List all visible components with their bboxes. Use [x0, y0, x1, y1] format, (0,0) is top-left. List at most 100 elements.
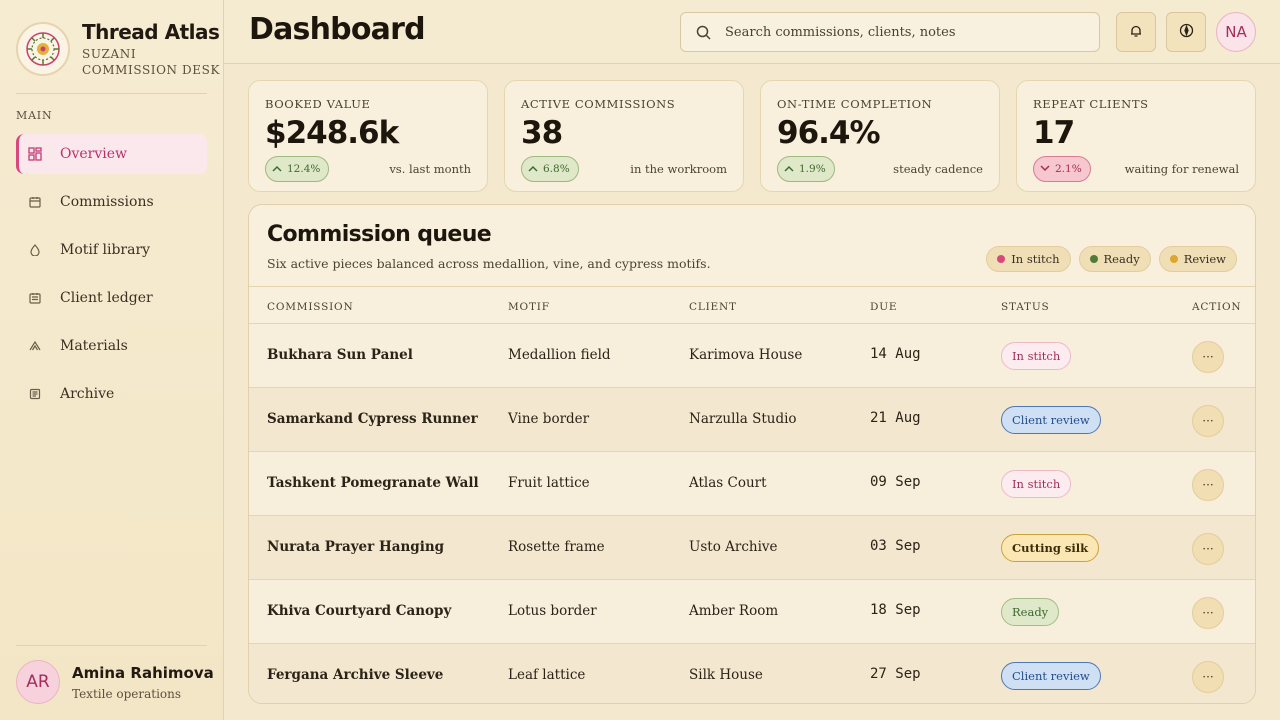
kpi-delta-badge: 6.8% — [521, 156, 579, 182]
kpi-note: vs. last month — [389, 162, 471, 176]
status-badge: Client review — [1001, 662, 1101, 690]
row-actions-button[interactable]: ··· — [1192, 405, 1224, 437]
kpi-card-repeat-clients: REPEAT CLIENTS 17 2.1% waiting for renew… — [1016, 80, 1256, 192]
motif-cell: Lotus border — [508, 603, 597, 619]
due-date: 03 Sep — [870, 538, 921, 554]
row-actions-button[interactable]: ··· — [1192, 597, 1224, 629]
brand-subtitle: SUZANI COMMISSION DESK — [82, 47, 221, 77]
client-cell: Narzulla Studio — [689, 411, 797, 427]
more-dots-icon: ··· — [1202, 414, 1214, 428]
commission-name: Samarkand Cypress Runner — [267, 411, 478, 427]
commission-queue-panel: Commission queue Six active pieces balan… — [248, 204, 1256, 704]
sidebar: Thread Atlas SUZANI COMMISSION DESK MAIN… — [0, 0, 224, 720]
user-name: Amina Rahimova — [72, 664, 214, 682]
kpi-delta-value: 2.1% — [1055, 163, 1082, 175]
legend-chip-review[interactable]: Review — [1158, 246, 1237, 272]
kpi-delta-badge: 12.4% — [265, 156, 330, 182]
brand: Thread Atlas SUZANI COMMISSION DESK — [16, 20, 220, 84]
kpi-delta-value: 1.9% — [799, 163, 826, 175]
nav-section-label: MAIN — [16, 109, 53, 122]
sidebar-item-archive[interactable]: Archive — [16, 374, 207, 414]
explore-button[interactable] — [1166, 12, 1206, 52]
sidebar-item-motif-library[interactable]: Motif library — [16, 230, 207, 270]
user-profile[interactable]: AR Amina Rahimova Textile operations — [16, 660, 214, 706]
sidebar-item-client-ledger[interactable]: Client ledger — [16, 278, 207, 318]
sidebar-item-overview[interactable]: Overview — [16, 134, 207, 174]
table-body: Bukhara Sun Panel Medallion field Karimo… — [249, 324, 1255, 703]
kpi-note: in the workroom — [630, 162, 727, 176]
row-actions-button[interactable]: ··· — [1192, 533, 1224, 565]
table-row[interactable]: Fergana Archive Sleeve Leaf lattice Silk… — [249, 644, 1255, 703]
sidebar-item-label: Materials — [60, 338, 128, 354]
search-input[interactable] — [725, 24, 1085, 40]
legend-label: Review — [1183, 252, 1226, 266]
sidebar-item-commissions[interactable]: Commissions — [16, 182, 207, 222]
bell-icon — [1129, 23, 1143, 42]
table-row[interactable]: Khiva Courtyard Canopy Lotus border Ambe… — [249, 580, 1255, 644]
kpi-card-on-time-completion: ON-TIME COMPLETION 96.4% 1.9% steady cad… — [760, 80, 1000, 192]
motif-cell: Vine border — [508, 411, 590, 427]
client-cell: Amber Room — [689, 603, 779, 619]
table-row[interactable]: Nurata Prayer Hanging Rosette frame Usto… — [249, 516, 1255, 580]
status-badge: Ready — [1001, 598, 1060, 626]
panel-subtitle: Six active pieces balanced across medall… — [267, 256, 711, 271]
legend-chip-in-stitch[interactable]: In stitch — [986, 246, 1071, 272]
commission-name: Fergana Archive Sleeve — [267, 667, 444, 683]
column-header-motif[interactable]: MOTIF — [508, 301, 550, 313]
top-bar: Dashboard NA — [224, 0, 1280, 64]
table-row[interactable]: Tashkent Pomegranate Wall Fruit lattice … — [249, 452, 1255, 516]
motif-cell: Fruit lattice — [508, 475, 590, 491]
legend-chip-ready[interactable]: Ready — [1078, 246, 1151, 272]
kpi-value: 38 — [521, 115, 563, 151]
kpi-note: waiting for renewal — [1124, 162, 1239, 176]
page-title: Dashboard — [249, 12, 426, 47]
ledger-icon — [28, 291, 42, 305]
sidebar-item-label: Archive — [60, 386, 115, 402]
sidebar-item-label: Commissions — [60, 194, 154, 210]
due-date: 27 Sep — [870, 666, 921, 682]
table-row[interactable]: Bukhara Sun Panel Medallion field Karimo… — [249, 324, 1255, 388]
column-header-action: ACTION — [1192, 301, 1242, 313]
kpi-card-booked-value: BOOKED VALUE $248.6k 12.4% vs. last mont… — [248, 80, 488, 192]
droplet-icon — [28, 243, 42, 257]
motif-cell: Rosette frame — [508, 539, 605, 555]
sidebar-item-label: Overview — [60, 146, 128, 162]
legend-label: In stitch — [1011, 252, 1060, 266]
row-actions-button[interactable]: ··· — [1192, 469, 1224, 501]
panel-title: Commission queue — [267, 222, 492, 247]
suzani-logo-icon — [16, 22, 70, 76]
chevron-down-icon — [1040, 163, 1050, 175]
chevron-up-icon — [784, 163, 794, 175]
client-cell: Karimova House — [689, 347, 803, 363]
kpi-delta-value: 6.8% — [543, 163, 570, 175]
table-row[interactable]: Samarkand Cypress Runner Vine border Nar… — [249, 388, 1255, 452]
column-header-client[interactable]: CLIENT — [689, 301, 737, 313]
avatar: AR — [16, 660, 60, 704]
archive-icon — [28, 387, 42, 401]
sidebar-divider — [16, 93, 207, 94]
status-badge: Cutting silk — [1001, 534, 1100, 562]
column-header-status[interactable]: STATUS — [1001, 301, 1049, 313]
kpi-delta-badge: 2.1% — [1033, 156, 1091, 182]
row-actions-button[interactable]: ··· — [1192, 341, 1224, 373]
client-cell: Silk House — [689, 667, 763, 683]
status-badge: In stitch — [1001, 342, 1072, 370]
sidebar-item-materials[interactable]: Materials — [16, 326, 207, 366]
more-dots-icon: ··· — [1202, 350, 1214, 364]
search-box[interactable] — [680, 12, 1100, 52]
calendar-icon — [28, 195, 42, 209]
column-header-commission[interactable]: COMMISSION — [267, 301, 353, 313]
kpi-card-active-commissions: ACTIVE COMMISSIONS 38 6.8% in the workro… — [504, 80, 744, 192]
status-legend: In stitch Ready Review — [986, 246, 1237, 272]
kpi-label: REPEAT CLIENTS — [1033, 97, 1149, 111]
motif-cell: Leaf lattice — [508, 667, 586, 683]
row-actions-button[interactable]: ··· — [1192, 661, 1224, 693]
sidebar-item-label: Client ledger — [60, 290, 153, 306]
column-header-due[interactable]: DUE — [870, 301, 897, 313]
notifications-button[interactable] — [1116, 12, 1156, 52]
commission-name: Khiva Courtyard Canopy — [267, 603, 452, 619]
kpi-delta-badge: 1.9% — [777, 156, 835, 182]
due-date: 21 Aug — [870, 410, 921, 426]
compass-icon — [1179, 23, 1194, 42]
avatar[interactable]: NA — [1216, 12, 1256, 52]
